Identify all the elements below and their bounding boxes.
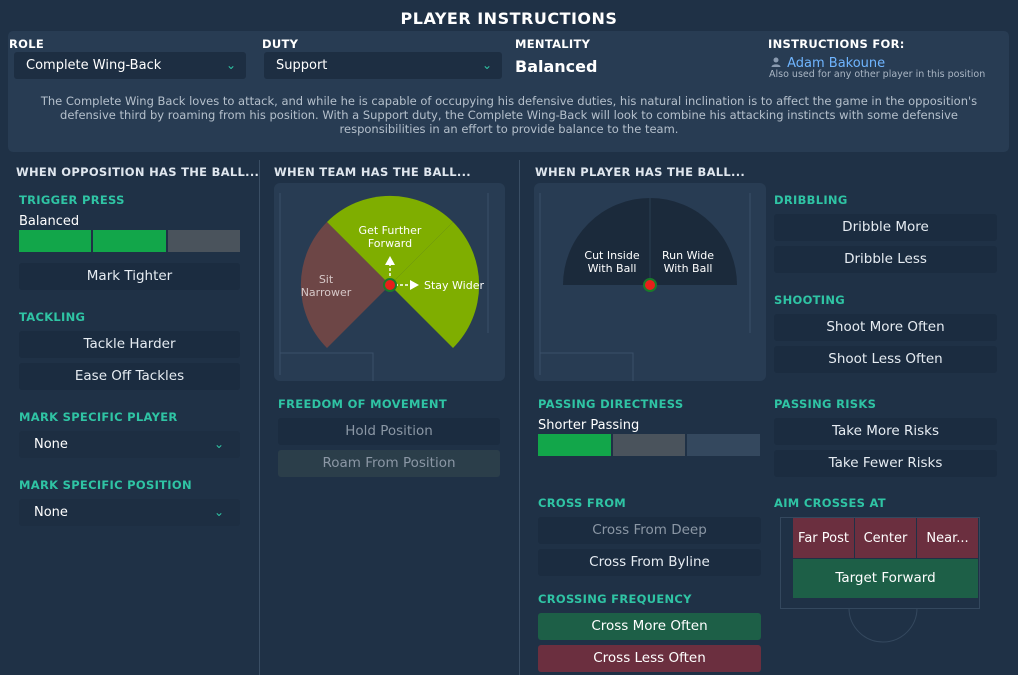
position-note: Also used for any other player in this p… bbox=[769, 69, 986, 80]
mark-player-value: None bbox=[34, 437, 68, 452]
level-segment[interactable] bbox=[538, 434, 611, 456]
target-forward-option[interactable]: Target Forward bbox=[793, 559, 978, 598]
label-line: Cut Inside bbox=[584, 249, 640, 262]
mark-specific-player-dropdown[interactable]: None ⌄ bbox=[19, 431, 240, 458]
dribble-less-button[interactable]: Dribble Less bbox=[774, 246, 997, 273]
far-post-label[interactable]: Far Post bbox=[793, 531, 854, 546]
shoot-more-often-button[interactable]: Shoot More Often bbox=[774, 314, 997, 341]
trigger-press-slider[interactable] bbox=[19, 230, 240, 252]
cross-from-deep-button[interactable]: Cross From Deep bbox=[538, 517, 761, 544]
role-description: The Complete Wing Back loves to attack, … bbox=[22, 94, 996, 136]
instructions-for-label: INSTRUCTIONS FOR: bbox=[768, 37, 905, 51]
team-heading: WHEN TEAM HAS THE BALL... bbox=[274, 165, 471, 179]
take-fewer-risks-button[interactable]: Take Fewer Risks bbox=[774, 450, 997, 477]
opposition-heading: WHEN OPPOSITION HAS THE BALL... bbox=[16, 165, 260, 179]
mentality-label: MENTALITY bbox=[515, 37, 591, 51]
shoot-less-often-button[interactable]: Shoot Less Often bbox=[774, 346, 997, 373]
label-line: Sit bbox=[318, 273, 334, 286]
role-value: Complete Wing-Back bbox=[26, 58, 162, 73]
passing-directness-label: PASSING DIRECTNESS bbox=[538, 397, 684, 411]
level-segment[interactable] bbox=[167, 230, 240, 252]
roam-from-position-button[interactable]: Roam From Position bbox=[278, 450, 500, 477]
column-divider bbox=[519, 160, 520, 675]
role-label: ROLE bbox=[9, 37, 45, 51]
chevron-down-icon: ⌄ bbox=[225, 58, 236, 72]
level-segment[interactable] bbox=[93, 230, 166, 252]
mark-position-value: None bbox=[34, 505, 68, 520]
role-dropdown[interactable]: Complete Wing-Back ⌄ bbox=[14, 52, 246, 79]
player-ball-pitch: Cut Inside With Ball Run Wide With Ball bbox=[534, 183, 766, 381]
near-post-label[interactable]: Near... bbox=[917, 531, 978, 546]
label-line: Narrower bbox=[300, 286, 352, 299]
cross-from-label: CROSS FROM bbox=[538, 496, 627, 510]
mark-tighter-button[interactable]: Mark Tighter bbox=[19, 263, 240, 290]
player-position-marker bbox=[643, 278, 657, 292]
duty-label: DUTY bbox=[262, 37, 299, 51]
shooting-label: SHOOTING bbox=[774, 293, 846, 307]
level-segment[interactable] bbox=[612, 434, 686, 456]
player-heading: WHEN PLAYER HAS THE BALL... bbox=[535, 165, 746, 179]
trigger-press-label: TRIGGER PRESS bbox=[19, 193, 125, 207]
mentality-value: Balanced bbox=[515, 57, 598, 76]
mark-specific-player-label: MARK SPECIFIC PLAYER bbox=[19, 410, 178, 424]
dribbling-label: DRIBBLING bbox=[774, 193, 848, 207]
center-label[interactable]: Center bbox=[855, 531, 916, 546]
cross-less-often-button[interactable]: Cross Less Often bbox=[538, 645, 761, 672]
passing-directness-value: Shorter Passing bbox=[538, 418, 640, 433]
description-line: defensive third by roaming from his posi… bbox=[60, 108, 958, 122]
column-divider bbox=[259, 160, 260, 675]
trigger-press-value: Balanced bbox=[19, 214, 80, 229]
dribble-more-button[interactable]: Dribble More bbox=[774, 214, 997, 241]
team-movement-pitch: Get Further Forward Sit Narrower Stay Wi… bbox=[274, 183, 505, 381]
label-line: With Ball bbox=[587, 262, 637, 275]
cross-more-often-button[interactable]: Cross More Often bbox=[538, 613, 761, 640]
duty-value: Support bbox=[276, 58, 328, 73]
label-line: Forward bbox=[367, 237, 413, 250]
cross-from-byline-button[interactable]: Cross From Byline bbox=[538, 549, 761, 576]
chevron-down-icon: ⌄ bbox=[213, 437, 224, 451]
chevron-down-icon: ⌄ bbox=[213, 505, 224, 519]
take-more-risks-button[interactable]: Take More Risks bbox=[774, 418, 997, 445]
chevron-down-icon: ⌄ bbox=[481, 58, 492, 72]
player-position-marker bbox=[383, 278, 397, 292]
description-line: The Complete Wing Back loves to attack, … bbox=[40, 94, 978, 108]
label-line: Run Wide bbox=[661, 249, 715, 262]
mark-specific-position-dropdown[interactable]: None ⌄ bbox=[19, 499, 240, 526]
hold-position-button[interactable]: Hold Position bbox=[278, 418, 500, 445]
mark-specific-position-label: MARK SPECIFIC POSITION bbox=[19, 478, 192, 492]
duty-dropdown[interactable]: Support ⌄ bbox=[264, 52, 502, 79]
description-line: responsibilities in an effort to provide… bbox=[339, 122, 679, 136]
tackle-harder-button[interactable]: Tackle Harder bbox=[19, 331, 240, 358]
level-segment[interactable] bbox=[687, 434, 760, 456]
aim-crosses-at-label: AIM CROSSES AT bbox=[774, 496, 886, 510]
passing-directness-slider[interactable] bbox=[538, 434, 760, 456]
level-segment[interactable] bbox=[19, 230, 92, 252]
passing-risks-label: PASSING RISKS bbox=[774, 397, 877, 411]
label-line: With Ball bbox=[663, 262, 713, 275]
freedom-of-movement-label: FREEDOM OF MOVEMENT bbox=[278, 397, 447, 411]
cut-inside-label: Cut Inside With Ball bbox=[578, 249, 646, 275]
run-wide-label: Run Wide With Ball bbox=[654, 249, 722, 275]
page-title: PLAYER INSTRUCTIONS bbox=[400, 9, 618, 28]
stay-wider-label: Stay Wider bbox=[424, 279, 485, 292]
crossing-frequency-label: CROSSING FREQUENCY bbox=[538, 592, 692, 606]
label-line: Get Further bbox=[358, 224, 422, 237]
get-further-forward-label: Get Further Forward bbox=[355, 224, 425, 250]
sit-narrower-label: Sit Narrower bbox=[296, 273, 356, 299]
tackling-label: TACKLING bbox=[19, 310, 86, 324]
ease-off-tackles-button[interactable]: Ease Off Tackles bbox=[19, 363, 240, 390]
